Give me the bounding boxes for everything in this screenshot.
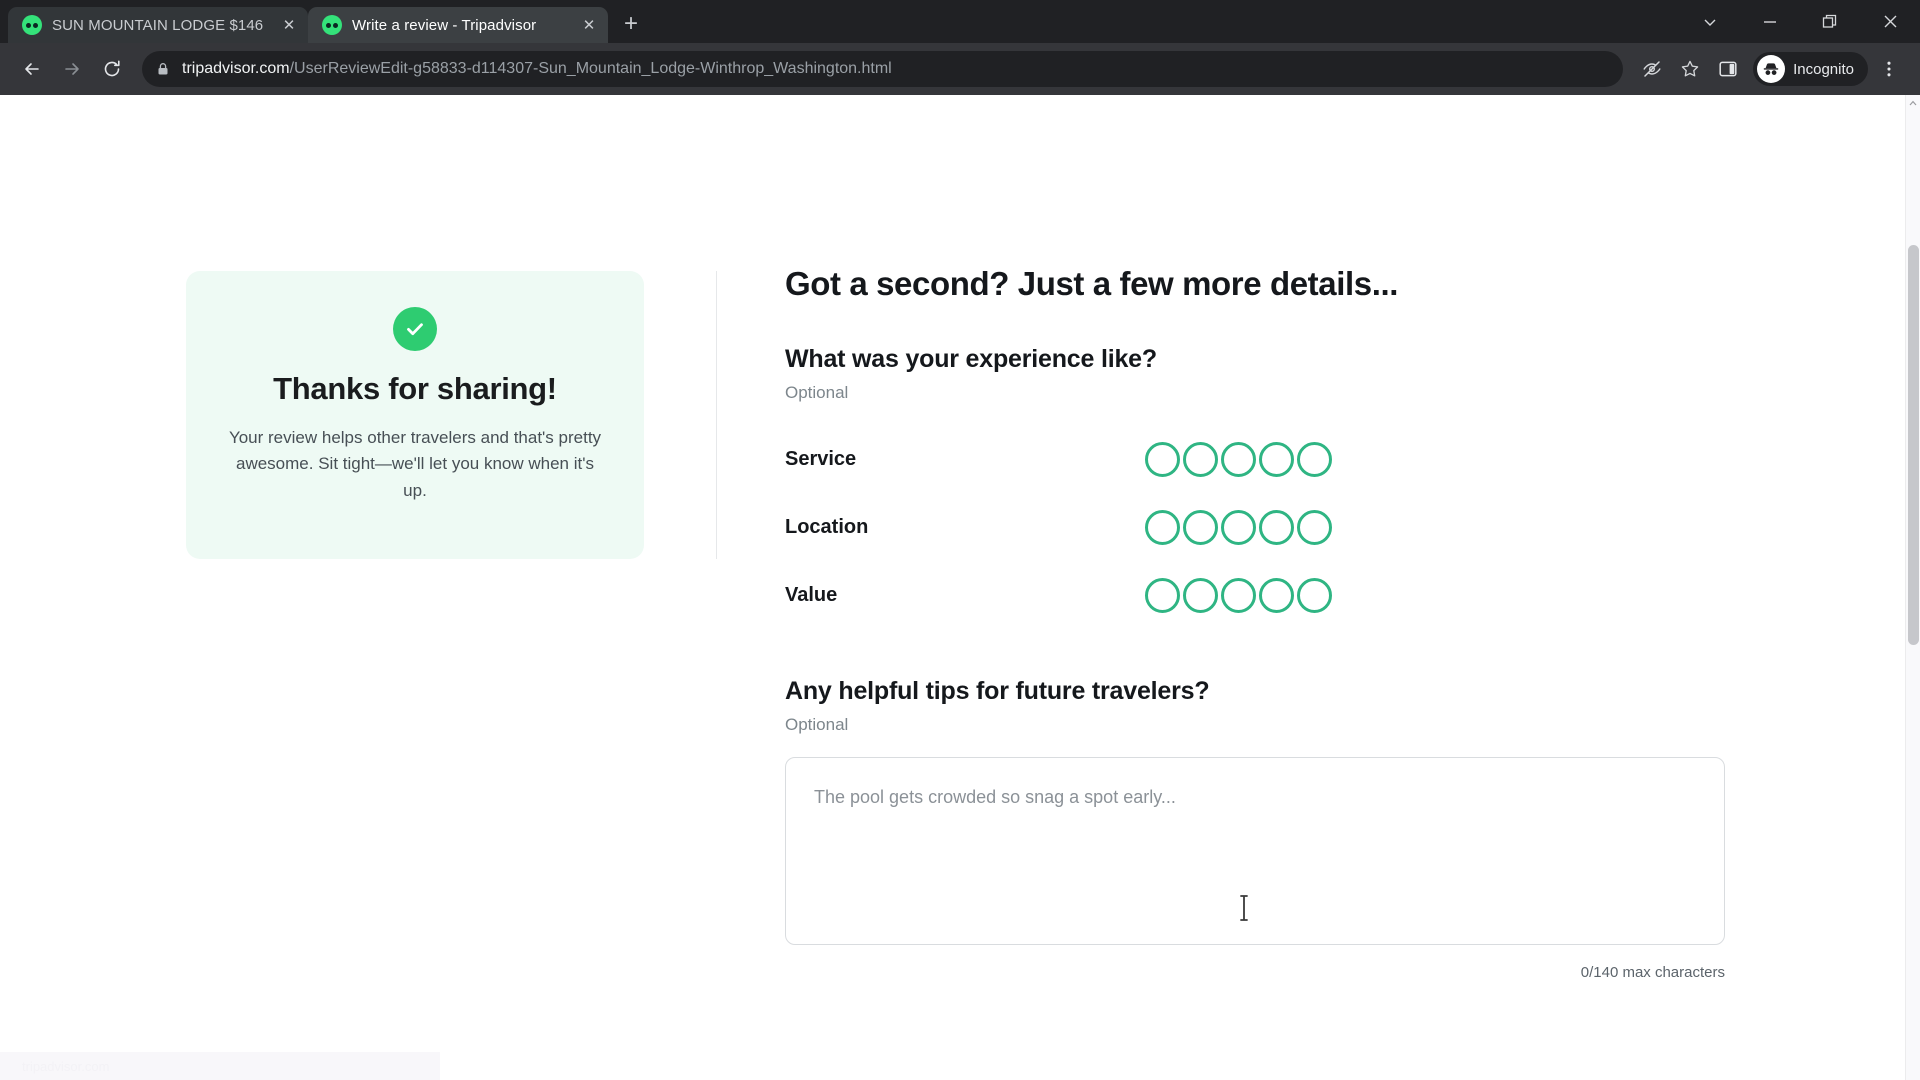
rating-bubble-1[interactable] — [1145, 509, 1180, 545]
lock-icon — [156, 62, 170, 76]
status-bar: tripadvisor.com — [0, 1052, 440, 1080]
rating-bubble-4[interactable] — [1259, 441, 1294, 477]
rating-label: Service — [785, 447, 857, 470]
tab-write-a-review[interactable]: Write a review - Tripadvisor ✕ — [308, 7, 608, 43]
rating-bubbles-value — [1145, 577, 1332, 613]
tips-textarea[interactable] — [785, 757, 1725, 945]
text-cursor-icon — [1238, 895, 1250, 921]
eye-slash-icon[interactable] — [1635, 52, 1669, 86]
browser-window: SUN MOUNTAIN LODGE $146 ( ✕ Write a revi… — [0, 0, 1920, 1080]
rating-bubble-4[interactable] — [1259, 509, 1294, 545]
url-domain: tripadvisor.com — [182, 60, 290, 77]
rating-bubble-5[interactable] — [1297, 509, 1332, 545]
rating-row-location: Location — [785, 493, 1745, 561]
tips-title: Any helpful tips for future travelers? — [785, 677, 1210, 705]
window-controls — [1680, 0, 1920, 43]
rating-bubbles-location — [1145, 509, 1332, 545]
browser-toolbar: tripadvisor.com/UserReviewEdit-g58833-d1… — [0, 43, 1920, 95]
three-dot-menu-icon[interactable] — [1872, 52, 1906, 86]
profile-incognito-button[interactable]: Incognito — [1753, 52, 1868, 86]
column-divider — [716, 271, 717, 559]
rating-bubble-3[interactable] — [1221, 577, 1256, 613]
rating-bubble-5[interactable] — [1297, 441, 1332, 477]
rating-bubble-1[interactable] — [1145, 577, 1180, 613]
tips-optional-label: Optional — [785, 715, 849, 734]
rating-row-service: Service — [785, 425, 1745, 493]
incognito-hat-icon — [1757, 55, 1786, 83]
tripadvisor-owl-icon — [322, 15, 342, 35]
tripadvisor-owl-icon — [22, 15, 42, 35]
address-bar[interactable]: tripadvisor.com/UserReviewEdit-g58833-d1… — [142, 51, 1624, 87]
tab-sun-mountain-lodge[interactable]: SUN MOUNTAIN LODGE $146 ( ✕ — [8, 7, 308, 43]
tab-title: SUN MOUNTAIN LODGE $146 ( — [52, 16, 268, 34]
url-text: tripadvisor.com/UserReviewEdit-g58833-d1… — [182, 60, 892, 78]
page-viewport: Thanks for sharing! Your review helps ot… — [0, 95, 1920, 1080]
tab-title: Write a review - Tripadvisor — [352, 16, 537, 34]
scroll-up-arrow-icon[interactable] — [1906, 95, 1920, 111]
url-path: /UserReviewEdit-g58833-d114307-Sun_Mount… — [289, 60, 892, 77]
profile-label: Incognito — [1793, 60, 1854, 78]
tab-strip: SUN MOUNTAIN LODGE $146 ( ✕ Write a revi… — [0, 0, 1920, 43]
rating-label: Value — [785, 583, 838, 606]
maximize-button[interactable] — [1800, 0, 1860, 43]
experience-optional-label: Optional — [785, 383, 849, 402]
tab-search-icon[interactable] — [1680, 0, 1740, 43]
rating-bubble-3[interactable] — [1221, 441, 1256, 477]
page-content: Thanks for sharing! Your review helps ot… — [0, 95, 1905, 1080]
tips-section: Any helpful tips for future travelers? O… — [785, 677, 1745, 981]
rating-bubble-4[interactable] — [1259, 577, 1294, 613]
star-icon[interactable] — [1673, 52, 1707, 86]
new-tab-button[interactable]: + — [614, 7, 648, 41]
rating-row-value: Value — [785, 561, 1745, 629]
thanks-title: Thanks for sharing! — [273, 371, 557, 406]
rating-bubble-1[interactable] — [1145, 441, 1180, 477]
check-circle-icon — [393, 307, 437, 351]
forward-button[interactable] — [54, 51, 90, 87]
page-title: Got a second? Just a few more details... — [785, 265, 1398, 302]
rating-bubble-3[interactable] — [1221, 509, 1256, 545]
rating-bubble-2[interactable] — [1183, 509, 1218, 545]
rating-label: Location — [785, 515, 869, 538]
next-section-heading: How about sharing a little more? — [785, 1076, 1210, 1080]
close-icon[interactable]: ✕ — [578, 14, 600, 36]
close-icon[interactable]: ✕ — [278, 14, 300, 36]
page-scrollbar[interactable] — [1905, 95, 1920, 1080]
side-panel-icon[interactable] — [1711, 52, 1745, 86]
thanks-for-sharing-card: Thanks for sharing! Your review helps ot… — [186, 271, 644, 559]
experience-title: What was your experience like? — [785, 345, 1157, 373]
reload-button[interactable] — [94, 51, 130, 87]
close-window-button[interactable] — [1860, 0, 1920, 43]
rating-bubble-2[interactable] — [1183, 441, 1218, 477]
character-counter: 0/140 max characters — [1580, 964, 1725, 981]
minimize-button[interactable] — [1740, 0, 1800, 43]
rating-bubble-5[interactable] — [1297, 577, 1332, 613]
thanks-body: Your review helps other travelers and th… — [228, 428, 602, 500]
scrollbar-thumb[interactable] — [1908, 245, 1919, 645]
rating-bubbles-service — [1145, 441, 1332, 477]
review-details-form: Got a second? Just a few more details...… — [785, 265, 1745, 981]
back-button[interactable] — [14, 51, 50, 87]
rating-bubble-2[interactable] — [1183, 577, 1218, 613]
experience-section: What was your experience like? Optional … — [785, 345, 1745, 629]
